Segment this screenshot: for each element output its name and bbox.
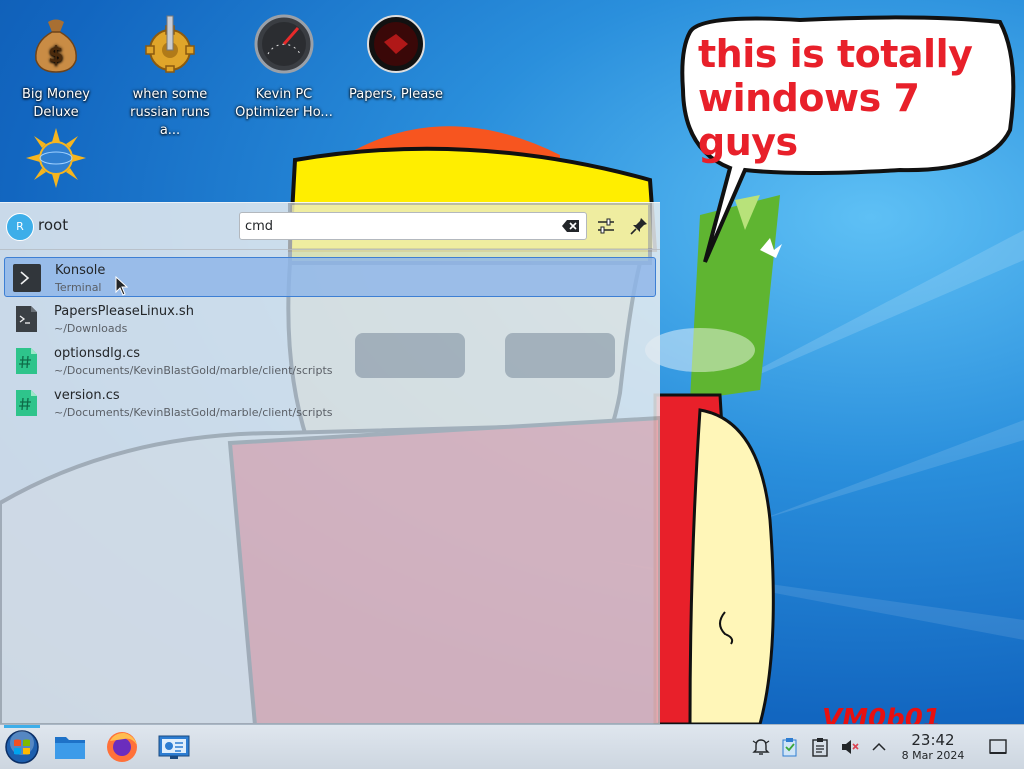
desktop-icon-label: when some russian runs a... <box>130 87 210 138</box>
start-orb-icon[interactable] <box>4 729 40 765</box>
clipboard-history-icon[interactable] <box>810 737 830 757</box>
desktop: $ Big Money Deluxe when some russian run… <box>0 0 1024 724</box>
result-subtitle: Terminal <box>55 281 102 294</box>
result-subtitle: ~/Documents/KevinBlastGold/marble/client… <box>54 364 333 377</box>
clock-time: 23:42 <box>911 731 955 749</box>
expand-tray-icon[interactable] <box>869 737 889 757</box>
result-item-papersplease-script[interactable]: PapersPleaseLinux.sh ~/Downloads <box>4 299 656 339</box>
search-input[interactable] <box>245 217 545 235</box>
svg-text:$: $ <box>48 43 63 68</box>
desktop-icon-sun-globe[interactable] <box>6 120 106 200</box>
csharp-file-icon <box>16 390 37 416</box>
gear-icon <box>145 15 195 73</box>
settings-sliders-icon[interactable] <box>595 215 617 237</box>
terminal-icon <box>13 264 41 292</box>
result-title: version.cs <box>54 388 120 403</box>
desktop-icon-papers-please[interactable]: Papers, Please <box>346 6 446 104</box>
pin-icon[interactable] <box>628 215 650 237</box>
desktop-icon-label: Big Money Deluxe <box>21 87 90 120</box>
username: root <box>38 216 69 234</box>
watermark: VM0b01 <box>822 704 941 724</box>
speech-bubble-line: windows 7 guys <box>698 76 920 164</box>
show-desktop-icon[interactable] <box>988 737 1008 757</box>
taskbar: 23:42 8 Mar 2024 <box>0 724 1024 769</box>
avatar[interactable]: R <box>6 213 34 241</box>
result-title: optionsdlg.cs <box>54 346 141 361</box>
result-item-optionsdlg[interactable]: optionsdlg.cs ~/Documents/KevinBlastGold… <box>4 341 656 381</box>
speech-bubble-line: this is totally <box>698 32 973 76</box>
desktop-icon-big-money-deluxe[interactable]: $ Big Money Deluxe <box>6 6 106 122</box>
result-subtitle: ~/Documents/KevinBlastGold/marble/client… <box>54 406 333 419</box>
active-indicator <box>4 725 40 728</box>
desktop-icon-russian-runs[interactable]: when some russian runs a... <box>120 6 220 140</box>
mouse-cursor-icon <box>115 276 129 296</box>
search-results: Konsole Terminal PapersPleaseLinux.sh ~/… <box>4 257 656 425</box>
notifications-icon[interactable] <box>751 737 771 757</box>
application-launcher: R root cmd Konsole Terminal PapersPlease… <box>0 202 660 724</box>
speech-bubble-text: this is totally windows 7 guys <box>698 32 1024 164</box>
clock[interactable]: 23:42 8 Mar 2024 <box>892 731 974 763</box>
search-field[interactable] <box>239 212 587 240</box>
result-item-konsole[interactable]: Konsole Terminal <box>4 257 656 297</box>
desktop-icon-kevin-pc-optimizer[interactable]: Kevin PC Optimizer Ho... <box>234 6 334 122</box>
system-settings-icon[interactable] <box>156 729 192 765</box>
clock-date: 8 Mar 2024 <box>901 749 965 762</box>
volume-muted-icon[interactable] <box>840 737 860 757</box>
result-title: PapersPleaseLinux.sh <box>54 304 194 319</box>
money-bag-icon: $ <box>35 19 77 73</box>
result-item-version[interactable]: version.cs ~/Documents/KevinBlastGold/ma… <box>4 383 656 423</box>
result-title: Konsole <box>55 263 106 278</box>
file-manager-icon[interactable] <box>52 729 88 765</box>
speedometer-icon <box>254 14 314 74</box>
clear-search-icon[interactable] <box>562 218 580 234</box>
csharp-file-icon <box>16 348 37 374</box>
launcher-header: R root <box>0 203 660 250</box>
clipboard-icon[interactable] <box>780 737 800 757</box>
papers-please-icon <box>367 15 425 73</box>
sun-globe-icon <box>26 128 86 188</box>
result-subtitle: ~/Downloads <box>54 322 128 335</box>
script-file-icon <box>16 306 37 332</box>
desktop-icon-label: Kevin PC Optimizer Ho... <box>235 87 333 120</box>
desktop-icon-label: Papers, Please <box>348 87 444 102</box>
firefox-icon[interactable] <box>104 729 140 765</box>
